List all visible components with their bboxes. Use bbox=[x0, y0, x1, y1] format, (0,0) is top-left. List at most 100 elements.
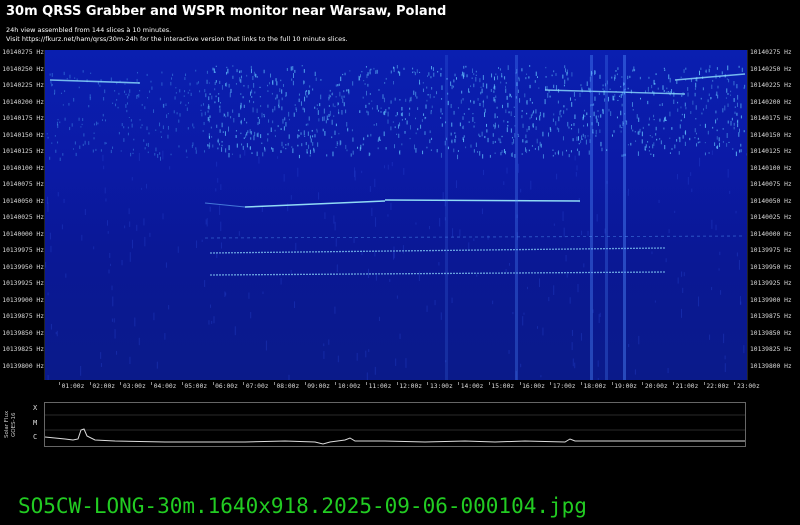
signal-trace bbox=[431, 105, 433, 109]
signal-trace bbox=[588, 150, 590, 155]
signal-trace bbox=[113, 318, 115, 323]
signal-trace bbox=[167, 113, 169, 115]
signal-trace bbox=[303, 80, 305, 84]
signal-trace bbox=[290, 269, 292, 274]
signal-trace bbox=[205, 93, 207, 98]
signal-trace bbox=[720, 290, 722, 295]
signal-trace bbox=[338, 83, 340, 86]
signal-trace bbox=[137, 71, 139, 74]
signal-trace bbox=[657, 87, 659, 90]
signal-trace bbox=[294, 69, 296, 73]
signal-trace bbox=[281, 89, 283, 94]
signal-trace bbox=[676, 174, 678, 180]
signal-trace bbox=[396, 112, 398, 116]
signal-trace bbox=[49, 79, 141, 84]
signal-trace bbox=[573, 123, 575, 126]
signal-trace bbox=[470, 99, 472, 103]
signal-trace bbox=[717, 145, 719, 149]
signal-trace bbox=[694, 92, 696, 97]
signal-trace bbox=[509, 93, 511, 97]
signal-trace bbox=[306, 90, 308, 92]
signal-trace bbox=[461, 90, 463, 94]
frequency-label: 10140075 Hz bbox=[750, 181, 792, 188]
signal-trace bbox=[505, 85, 507, 89]
signal-trace bbox=[239, 154, 241, 158]
signal-trace bbox=[140, 126, 142, 129]
signal-trace bbox=[112, 102, 114, 104]
signal-trace bbox=[304, 96, 306, 102]
signal-trace bbox=[737, 119, 739, 124]
signal-trace bbox=[256, 151, 258, 157]
signal-trace bbox=[569, 97, 571, 101]
signal-trace bbox=[263, 115, 265, 118]
signal-trace bbox=[450, 132, 452, 136]
signal-trace bbox=[536, 326, 538, 329]
signal-trace bbox=[571, 342, 573, 351]
signal-trace bbox=[131, 177, 133, 181]
signal-trace bbox=[63, 198, 65, 204]
signal-trace bbox=[74, 77, 76, 79]
signal-trace bbox=[208, 105, 210, 110]
signal-trace bbox=[518, 163, 520, 173]
signal-trace bbox=[206, 70, 208, 74]
signal-trace bbox=[729, 190, 731, 194]
signal-trace bbox=[165, 262, 167, 268]
signal-trace bbox=[731, 117, 733, 121]
signal-trace bbox=[727, 120, 729, 124]
signal-trace bbox=[225, 292, 227, 296]
signal-trace bbox=[362, 96, 364, 99]
signal-trace bbox=[738, 132, 740, 137]
signal-trace bbox=[453, 79, 455, 83]
signal-trace bbox=[543, 112, 545, 118]
signal-trace bbox=[500, 81, 502, 84]
signal-trace bbox=[146, 143, 148, 146]
signal-trace bbox=[614, 74, 616, 80]
signal-trace bbox=[335, 123, 337, 127]
signal-trace bbox=[465, 146, 467, 149]
signal-trace bbox=[450, 81, 452, 86]
signal-trace bbox=[433, 72, 435, 77]
signal-trace bbox=[451, 84, 453, 90]
signal-trace bbox=[197, 81, 199, 84]
signal-trace bbox=[648, 123, 650, 126]
signal-trace bbox=[240, 70, 242, 73]
signal-trace bbox=[504, 150, 506, 155]
signal-trace bbox=[428, 72, 430, 76]
signal-trace bbox=[257, 132, 259, 138]
signal-trace bbox=[312, 88, 314, 91]
signal-trace bbox=[308, 116, 310, 121]
signal-trace bbox=[292, 80, 294, 86]
signal-trace bbox=[700, 67, 702, 70]
time-label: 05:00z bbox=[184, 383, 208, 390]
signal-trace bbox=[160, 131, 162, 133]
signal-trace bbox=[56, 330, 58, 337]
signal-trace bbox=[304, 135, 306, 138]
signal-trace bbox=[712, 126, 714, 129]
signal-trace bbox=[436, 149, 438, 153]
signal-trace bbox=[217, 138, 219, 144]
signal-trace bbox=[216, 161, 218, 167]
signal-trace bbox=[680, 76, 682, 79]
signal-trace bbox=[118, 92, 120, 95]
signal-trace bbox=[250, 65, 252, 69]
signal-trace bbox=[580, 84, 582, 87]
signal-trace bbox=[648, 76, 650, 79]
signal-trace bbox=[65, 273, 67, 278]
signal-trace bbox=[186, 107, 188, 112]
signal-trace bbox=[51, 142, 53, 144]
signal-trace bbox=[600, 141, 602, 147]
signal-trace bbox=[78, 86, 80, 89]
signal-trace bbox=[109, 252, 111, 258]
signal-trace bbox=[506, 167, 508, 174]
signal-trace bbox=[104, 119, 106, 122]
signal-trace bbox=[709, 334, 711, 340]
signal-trace bbox=[271, 92, 273, 95]
signal-trace bbox=[259, 96, 261, 98]
signal-trace bbox=[211, 135, 213, 138]
signal-trace bbox=[252, 75, 254, 81]
signal-trace bbox=[567, 121, 569, 127]
waterfall-spectrogram[interactable] bbox=[44, 50, 748, 380]
signal-trace bbox=[314, 134, 316, 138]
signal-trace bbox=[162, 125, 164, 130]
signal-trace bbox=[608, 108, 610, 112]
